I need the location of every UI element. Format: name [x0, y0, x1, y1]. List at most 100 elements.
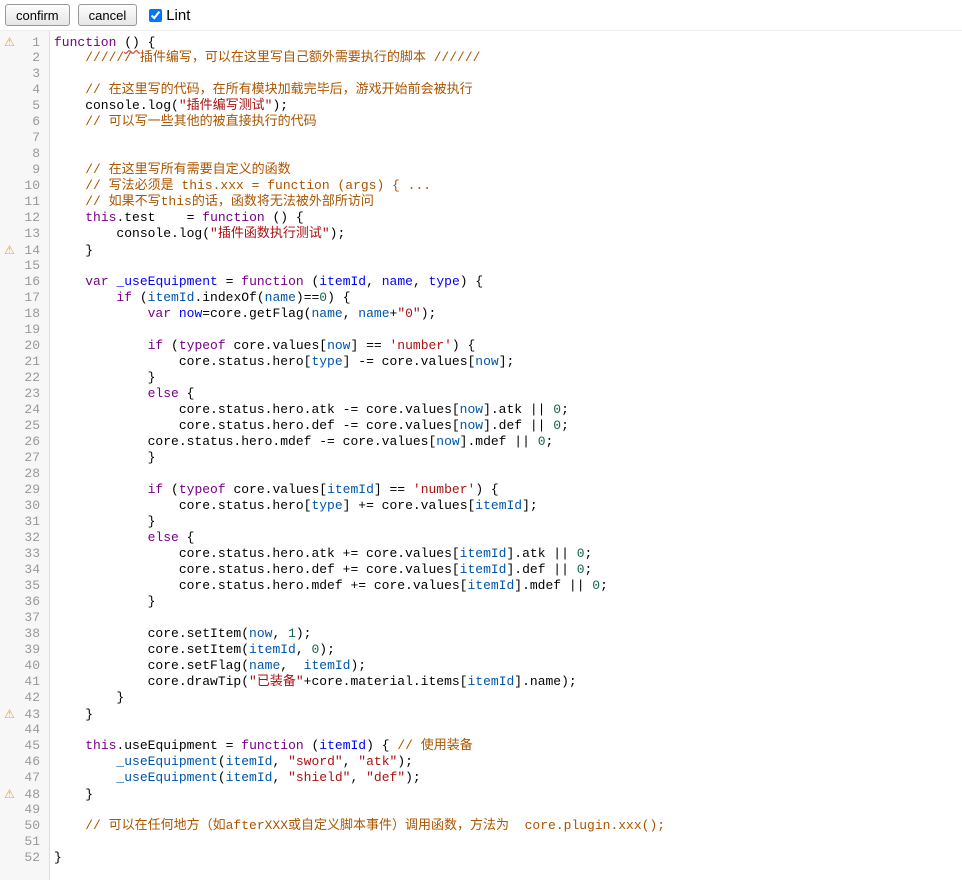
code-line[interactable]: 52} [0, 850, 962, 866]
code-line[interactable]: 40 core.setFlag(name, itemId); [0, 658, 962, 674]
code-line[interactable]: 47 _useEquipment(itemId, "shield", "def"… [0, 770, 962, 786]
code-line[interactable]: 29 if (typeof core.values[itemId] == 'nu… [0, 482, 962, 498]
code-line[interactable]: 20 if (typeof core.values[now] == 'numbe… [0, 338, 962, 354]
lint-checkbox[interactable] [149, 9, 162, 22]
code-line-text[interactable]: } [45, 594, 155, 610]
code-line-text[interactable]: // 写法必须是 this.xxx = function (args) { ..… [45, 178, 431, 194]
code-line[interactable]: 3 [0, 66, 962, 82]
code-editor[interactable]: ⚠1function () {2 ////// 插件编写，可以在这里写自己额外需… [0, 31, 962, 880]
code-line-text[interactable]: else { [45, 530, 194, 546]
code-line-text[interactable]: // 在这里写所有需要自定义的函数 [45, 162, 291, 178]
code-line-text[interactable]: core.status.hero[type] -= core.values[no… [45, 354, 514, 370]
code-line[interactable]: 24 core.status.hero.atk -= core.values[n… [0, 402, 962, 418]
code-line[interactable]: 45 this.useEquipment = function (itemId)… [0, 738, 962, 754]
code-line-text[interactable]: core.status.hero[type] += core.values[it… [45, 498, 538, 514]
code-line[interactable]: 38 core.setItem(now, 1); [0, 626, 962, 642]
code-line[interactable]: 15 [0, 258, 962, 274]
code-line[interactable]: 7 [0, 130, 962, 146]
code-line-text[interactable]: core.status.hero.def += core.values[item… [45, 562, 592, 578]
code-line-text[interactable]: core.status.hero.atk -= core.values[now]… [45, 402, 569, 418]
code-line-text[interactable]: _useEquipment(itemId, "sword", "atk"); [45, 754, 413, 770]
code-line[interactable]: 26 core.status.hero.mdef -= core.values[… [0, 434, 962, 450]
code-line[interactable]: 27 } [0, 450, 962, 466]
code-line-text[interactable]: var now=core.getFlag(name, name+"0"); [45, 306, 436, 322]
code-area[interactable]: ⚠1function () {2 ////// 插件编写，可以在这里写自己额外需… [0, 34, 962, 866]
code-line[interactable]: ⚠14 } [0, 242, 962, 258]
code-line[interactable]: 13 console.log("插件函数执行测试"); [0, 226, 962, 242]
code-line-text[interactable]: core.status.hero.mdef += core.values[ite… [45, 578, 608, 594]
code-line-text[interactable]: _useEquipment(itemId, "shield", "def"); [45, 770, 421, 786]
code-line[interactable]: 32 else { [0, 530, 962, 546]
code-line-text[interactable]: var _useEquipment = function (itemId, na… [45, 274, 483, 290]
code-line[interactable]: 22 } [0, 370, 962, 386]
code-line[interactable]: 46 _useEquipment(itemId, "sword", "atk")… [0, 754, 962, 770]
code-line[interactable]: 36 } [0, 594, 962, 610]
code-line[interactable]: 44 [0, 722, 962, 738]
code-line[interactable]: 10 // 写法必须是 this.xxx = function (args) {… [0, 178, 962, 194]
code-line[interactable]: 17 if (itemId.indexOf(name)==0) { [0, 290, 962, 306]
code-line-text[interactable]: // 在这里写的代码，在所有模块加载完毕后，游戏开始前会被执行 [45, 82, 473, 98]
code-line[interactable]: 51 [0, 834, 962, 850]
code-line-text[interactable]: } [45, 707, 93, 723]
code-line-text[interactable]: core.status.hero.mdef -= core.values[now… [45, 434, 553, 450]
lint-warning-icon[interactable]: ⚠ [0, 706, 19, 722]
code-line[interactable]: 42 } [0, 690, 962, 706]
code-line[interactable]: 37 [0, 610, 962, 626]
code-line[interactable]: 19 [0, 322, 962, 338]
code-line-text[interactable]: core.status.hero.atk += core.values[item… [45, 546, 592, 562]
code-line[interactable]: 50 // 可以在任何地方（如afterXXX或自定义脚本事件）调用函数，方法为… [0, 818, 962, 834]
code-line-text[interactable]: if (typeof core.values[now] == 'number')… [45, 338, 475, 354]
code-line-text[interactable]: } [45, 243, 93, 259]
code-line[interactable]: 30 core.status.hero[type] += core.values… [0, 498, 962, 514]
code-line[interactable]: 49 [0, 802, 962, 818]
code-line-text[interactable]: else { [45, 386, 194, 402]
code-line-text[interactable]: core.status.hero.def -= core.values[now]… [45, 418, 569, 434]
lint-warning-icon[interactable]: ⚠ [0, 34, 19, 50]
lint-warning-icon[interactable]: ⚠ [0, 786, 19, 802]
code-line-text[interactable]: core.setItem(now, 1); [45, 626, 311, 642]
code-line-text[interactable]: if (itemId.indexOf(name)==0) { [45, 290, 351, 306]
code-line[interactable]: 34 core.status.hero.def += core.values[i… [0, 562, 962, 578]
code-line-text[interactable]: // 可以在任何地方（如afterXXX或自定义脚本事件）调用函数，方法为 co… [45, 818, 665, 834]
code-line-text[interactable]: // 如果不写this的话，函数将无法被外部所访问 [45, 194, 374, 210]
code-line[interactable]: 6 // 可以写一些其他的被直接执行的代码 [0, 114, 962, 130]
code-line[interactable]: 8 [0, 146, 962, 162]
lint-warning-icon[interactable]: ⚠ [0, 242, 19, 258]
code-line[interactable]: 23 else { [0, 386, 962, 402]
lint-toggle[interactable]: Lint [149, 7, 190, 24]
code-line[interactable]: 39 core.setItem(itemId, 0); [0, 642, 962, 658]
code-line-text[interactable]: } [45, 850, 62, 866]
code-line-text[interactable]: core.setItem(itemId, 0); [45, 642, 335, 658]
code-line[interactable]: 5 console.log("插件编写测试"); [0, 98, 962, 114]
code-line-text[interactable]: function () { [45, 35, 155, 51]
code-line-text[interactable]: this.useEquipment = function (itemId) { … [45, 738, 473, 754]
code-line-text[interactable]: // 可以写一些其他的被直接执行的代码 [45, 114, 317, 130]
code-line[interactable]: 11 // 如果不写this的话，函数将无法被外部所访问 [0, 194, 962, 210]
code-line[interactable]: 12 this.test = function () { [0, 210, 962, 226]
code-line[interactable]: 31 } [0, 514, 962, 530]
code-line[interactable]: 21 core.status.hero[type] -= core.values… [0, 354, 962, 370]
code-line[interactable]: ⚠1function () { [0, 34, 962, 50]
confirm-button[interactable]: confirm [5, 4, 70, 26]
code-line-text[interactable]: console.log("插件编写测试"); [45, 98, 288, 114]
code-line-text[interactable]: } [45, 787, 93, 803]
code-line[interactable]: 33 core.status.hero.atk += core.values[i… [0, 546, 962, 562]
code-line-text[interactable]: } [45, 690, 124, 706]
code-line[interactable]: 35 core.status.hero.mdef += core.values[… [0, 578, 962, 594]
cancel-button[interactable]: cancel [78, 4, 138, 26]
code-line-text[interactable]: if (typeof core.values[itemId] == 'numbe… [45, 482, 499, 498]
code-line[interactable]: ⚠48 } [0, 786, 962, 802]
code-line[interactable]: 18 var now=core.getFlag(name, name+"0"); [0, 306, 962, 322]
code-line[interactable]: 4 // 在这里写的代码，在所有模块加载完毕后，游戏开始前会被执行 [0, 82, 962, 98]
code-line[interactable]: 16 var _useEquipment = function (itemId,… [0, 274, 962, 290]
code-line[interactable]: 28 [0, 466, 962, 482]
code-line[interactable]: ⚠43 } [0, 706, 962, 722]
code-line-text[interactable]: console.log("插件函数执行测试"); [45, 226, 345, 242]
code-line[interactable]: 25 core.status.hero.def -= core.values[n… [0, 418, 962, 434]
code-line-text[interactable]: core.drawTip("已装备"+core.material.items[i… [45, 674, 577, 690]
code-line-text[interactable]: } [45, 370, 155, 386]
code-line-text[interactable]: } [45, 514, 155, 530]
code-line[interactable]: 41 core.drawTip("已装备"+core.material.item… [0, 674, 962, 690]
code-line-text[interactable]: } [45, 450, 155, 466]
code-line[interactable]: 9 // 在这里写所有需要自定义的函数 [0, 162, 962, 178]
